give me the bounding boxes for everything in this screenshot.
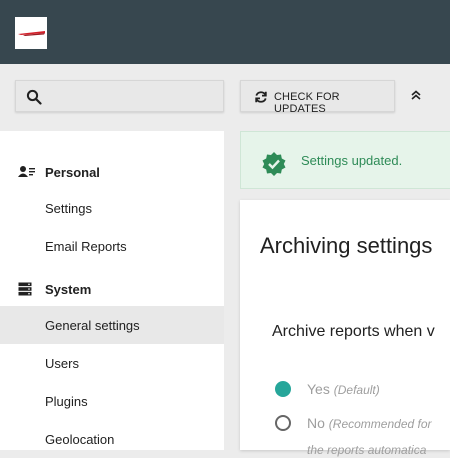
radio-yes[interactable] [275,381,291,397]
sidebar-item-label: General settings [45,318,140,333]
sidebar-item-label: Email Reports [45,239,127,254]
sidebar-category-personal: Personal [0,153,224,191]
archiving-settings-card: Archiving settings Archive reports when … [240,200,450,457]
sidebar-item-label: Geolocation [45,432,115,447]
sidebar-item-general-settings[interactable]: General settings [0,306,224,344]
sidebar-category-system: System [0,270,224,308]
sidebar-item-geolocation[interactable]: Geolocation [0,420,224,458]
chevron-double-up-icon[interactable] [410,89,422,101]
sidebar-item-label: Plugins [45,394,88,409]
refresh-icon [255,91,267,103]
radio-yes-label[interactable]: Yes (Default) [307,381,380,397]
sidebar-item-plugins[interactable]: Plugins [0,382,224,420]
check-for-updates-button[interactable]: CHECK FOR UPDATES [240,80,395,115]
sidebar-item-email-reports[interactable]: Email Reports [0,227,224,265]
option-note-continuation: the reports automatica [307,443,427,457]
server-icon [18,282,32,296]
check-for-updates-label: CHECK FOR UPDATES [274,91,340,115]
sidebar-item-settings[interactable]: Settings [0,189,224,227]
sidebar: Personal Settings Email Reports System G… [0,131,224,450]
option-note: (Recommended for [328,417,432,431]
logo-mark-icon [18,31,45,36]
sidebar-category-label: Personal [45,165,100,180]
archive-question-label: Archive reports when v [272,323,435,340]
sidebar-item-label: Users [45,356,79,371]
sidebar-category-label: System [45,282,92,297]
app-logo[interactable] [15,17,47,49]
top-bar [0,0,450,64]
radio-no-label[interactable]: No (Recommended for [307,415,432,431]
radio-no[interactable] [275,415,291,431]
sidebar-item-label: Settings [45,201,92,216]
verified-badge-icon [262,152,286,176]
card-title: Archiving settings [260,233,433,258]
notification-text: Settings updated. [301,153,403,168]
user-card-icon [18,166,35,177]
radio-no-description: the reports automatica [307,441,426,457]
option-note: (Default) [333,383,380,397]
search-input[interactable] [15,80,224,112]
success-notification: Settings updated. [240,131,450,189]
sidebar-item-users[interactable]: Users [0,344,224,382]
search-icon [26,89,42,105]
option-label: No [307,415,325,431]
option-label: Yes [307,381,330,397]
